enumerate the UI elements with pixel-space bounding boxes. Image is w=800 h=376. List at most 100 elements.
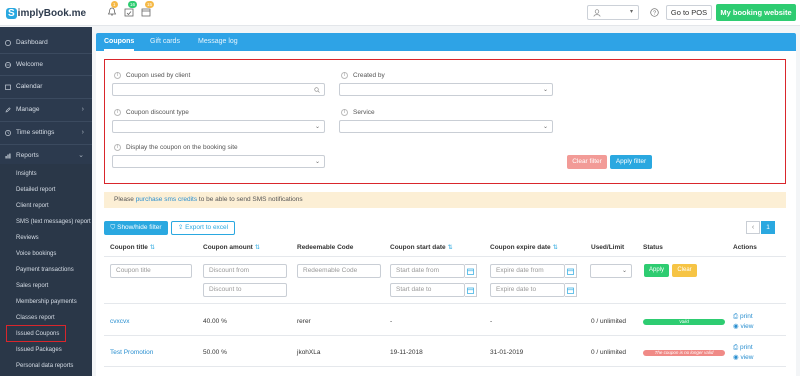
header-text: Coupon start date [390,244,446,251]
start-date-from-input[interactable]: Start date from [390,264,465,278]
notice-text: to be able to send SMS notifications [197,196,303,203]
sidebar-sub-personal-data-reports[interactable]: Personal data reports [0,358,92,374]
sidebar-sub-issued-packages[interactable]: Issued Packages [0,342,92,358]
pagination-prev-button[interactable]: ‹ [746,221,760,234]
coupon-title-filter-input[interactable]: Coupon title [110,264,192,278]
sidebar-item-label: Calendar [16,83,43,90]
user-menu[interactable]: ▾ [587,5,639,20]
sidebar-item-welcome[interactable]: Welcome [0,54,92,76]
redeemable-code: rerer [297,318,311,325]
bar-chart-icon [5,153,11,159]
view-action[interactable]: ◉ view [733,322,754,330]
coupon-title-link[interactable]: cvxcvx [110,318,130,325]
display-coupon-label: i Display the coupon on the booking site [114,144,238,151]
app-logo[interactable]: SimplyBook.me [6,5,86,21]
used-limit-filter-select[interactable]: ⌄ [590,264,632,278]
sidebar-item-dashboard[interactable]: Dashboard [0,32,92,54]
service-select[interactable]: ⌄ [339,120,553,133]
print-icon: ⎙ [733,344,741,351]
calendar-check-icon [124,8,134,17]
bell-icon [107,7,117,16]
my-booking-website-button[interactable]: My booking website [716,4,796,21]
col-header-coupon-amount[interactable]: Coupon amount ⇅ [203,244,260,251]
pagination-page-1[interactable]: 1 [761,221,775,234]
col-header-redeemable-code: Redeemable Code [297,244,354,251]
expire-date-to-calendar-button[interactable] [565,283,577,297]
apply-filter-button[interactable]: Apply filter [610,155,652,169]
chevron-right-icon: › [81,129,84,136]
export-to-excel-button[interactable]: ⇪ Export to excel [171,221,235,235]
bookings-indicator[interactable]: 16 [124,1,138,17]
coupon-start-date: 19-11-2018 [390,349,423,356]
sidebar-sub-membership-payments[interactable]: Membership payments [0,294,92,310]
sidebar-item-label: Manage [16,106,40,113]
header-text: Coupon expire date [490,244,551,251]
coupon-used-by-client-input[interactable] [112,83,325,96]
label-text: Created by [353,72,385,80]
chevron-right-icon: › [81,106,84,113]
table-filter-apply-button[interactable]: Apply [644,264,669,277]
calendar-indicator[interactable]: 15 [141,1,155,17]
expire-date-from-calendar-button[interactable] [565,264,577,278]
discount-to-input[interactable]: Discount to [203,283,287,297]
go-to-pos-button[interactable]: Go to POS [666,5,712,20]
created-by-select[interactable]: ⌄ [339,83,553,96]
sidebar-sub-reviews[interactable]: Reviews [0,230,92,246]
coupon-used-by-client-label: i Coupon used by client [114,72,190,79]
chevron-down-icon: ⌄ [542,87,548,93]
col-header-coupon-title[interactable]: Coupon title ⇅ [110,244,155,251]
clear-filter-button[interactable]: Clear filter [567,155,607,169]
expire-date-from-input[interactable]: Expire date from [490,264,565,278]
tab-message-log[interactable]: Message log [198,33,238,51]
sidebar-sub-detailed-report[interactable]: Detailed report [0,182,92,198]
label-text: Service [353,109,375,117]
action-label: view [740,323,754,330]
show-hide-filter-button[interactable]: ⛉ Show/hide filter [104,221,168,235]
sidebar-item-calendar[interactable]: Calendar [0,76,92,98]
purchase-sms-credits-link[interactable]: purchase sms credits [136,196,197,203]
col-header-coupon-start-date[interactable]: Coupon start date ⇅ [390,244,453,251]
label-text: Coupon discount type [126,109,189,117]
sidebar-sub-payment-transactions[interactable]: Payment transactions [0,262,92,278]
notifications-bell[interactable]: 1 [107,1,118,17]
pencil-icon [5,107,11,113]
sidebar-item-manage[interactable]: Manage › [0,99,92,121]
tab-gift-cards[interactable]: Gift cards [150,33,180,51]
sidebar-sub-voice-bookings[interactable]: Voice bookings [0,246,92,262]
redeemable-code-filter-input[interactable]: Redeemable Code [297,264,381,278]
logo-letter: S [6,7,17,19]
start-date-to-calendar-button[interactable] [465,283,477,297]
calendar-icon [467,268,474,275]
table-filter-clear-button[interactable]: Clear [672,264,697,277]
chevron-down-icon: ▾ [629,9,633,15]
expire-date-to-input[interactable]: Expire date to [490,283,565,297]
globe-icon [5,62,11,68]
sidebar-sub-client-report[interactable]: Client report [0,198,92,214]
discount-from-input[interactable]: Discount from [203,264,287,278]
sidebar-sub-sms-report[interactable]: SMS (text messages) report [0,214,92,230]
search-icon [314,87,320,93]
sidebar-sub-classes-report[interactable]: Classes report [0,310,92,326]
sidebar-sub-insights[interactable]: Insights [0,166,92,182]
col-header-coupon-expire-date[interactable]: Coupon expire date ⇅ [490,244,558,251]
view-action[interactable]: ◉ view [733,353,754,361]
sidebar-item-time-settings[interactable]: Time settings › [0,122,92,144]
start-date-from-calendar-button[interactable] [465,264,477,278]
calendar-badge: 15 [145,1,155,8]
logo-text: implyBook.me [17,7,87,19]
sort-icon: ⇅ [149,245,155,251]
info-icon: i [341,109,348,116]
sidebar-sub-sales-report[interactable]: Sales report [0,278,92,294]
help-button[interactable]: ? [646,5,662,20]
coupon-title-link[interactable]: Test Promotion [110,349,153,356]
top-bar: SimplyBook.me 1 16 15 ▾ ? Go to POS My b… [0,0,800,26]
print-action[interactable]: ⎙ print [733,344,753,352]
calendar-icon [567,268,574,275]
start-date-to-input[interactable]: Start date to [390,283,465,297]
print-action[interactable]: ⎙ print [733,313,753,321]
coupon-discount-type-select[interactable]: ⌄ [112,120,325,133]
display-coupon-select[interactable]: ⌄ [112,155,325,168]
tab-coupons[interactable]: Coupons [104,33,135,51]
label-text: Display the coupon on the booking site [126,144,238,152]
coupon-amount: 40.00 % [203,318,227,325]
